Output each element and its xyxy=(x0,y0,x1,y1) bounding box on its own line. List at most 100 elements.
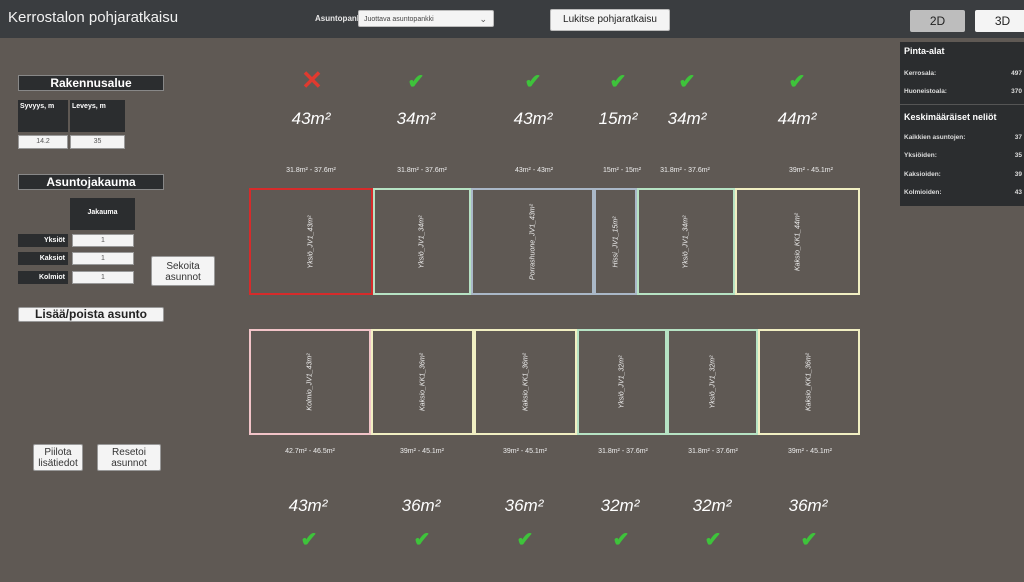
stats-panel: Pinta-alat Kerrosala: 497 Huoneistoala: … xyxy=(900,42,1024,206)
apartment-label: Yksiö_JV1_34m² xyxy=(682,215,690,268)
area-range: 31.8m² - 37.6m² xyxy=(397,167,447,174)
area-range: 42.7m² - 46.5m² xyxy=(285,448,335,455)
status-ok-icon: ✔ xyxy=(413,529,431,551)
apartment-label: Yksiö_JV1_34m² xyxy=(418,215,426,268)
row-label-kolmiot: Kolmiot xyxy=(18,271,68,284)
status-ok-icon: ✔ xyxy=(612,529,630,551)
area-range: 31.8m² - 37.6m² xyxy=(598,448,648,455)
apartment-tile[interactable]: Yksiö_JV1_34m² xyxy=(637,188,735,295)
area-value: 36m² xyxy=(788,496,828,515)
rakennusalue-header: Rakennusalue xyxy=(18,75,164,91)
area-range: 39m² - 45.1m² xyxy=(789,167,833,174)
status-ok-icon: ✔ xyxy=(788,71,806,93)
avg-kaksiot-value: 39 xyxy=(1014,171,1022,178)
bank-select[interactable]: Juottava asuntopankki ⌄ xyxy=(358,10,494,27)
area-range: 31.8m² - 37.6m² xyxy=(286,167,336,174)
row-label-kaksiot: Kaksiot xyxy=(18,252,68,265)
apartment-label: Kaksio_KK1_44m² xyxy=(794,212,801,271)
status-ok-icon: ✔ xyxy=(524,71,542,93)
area-value: 43m² xyxy=(513,109,553,128)
view-3d-button[interactable]: 3D xyxy=(975,10,1024,32)
row-label-yksiot: Yksiöt xyxy=(18,234,68,247)
huoneistoala-label: Huoneistoala: xyxy=(904,88,947,95)
apartment-tile[interactable]: Kaksio_KK1_36m² xyxy=(758,329,860,435)
status-ok-icon: ✔ xyxy=(609,71,627,93)
apartment-tile[interactable]: Kaksio_KK1_44m² xyxy=(735,188,860,295)
area-range: 31.8m² - 37.6m² xyxy=(660,167,710,174)
apartment-label: Kolmio_JV1_43m² xyxy=(306,353,314,411)
avg-kolmiot-label: Kolmioiden: xyxy=(904,189,942,196)
apartment-tile[interactable]: Kaksio_KK1_36m² xyxy=(474,329,577,435)
apartment-tile[interactable]: Yksiö_JV1_43m² xyxy=(249,188,373,295)
area-stats-title: Pinta-alat xyxy=(904,46,945,56)
apartment-label: Yksiö_JV1_32m² xyxy=(709,355,716,409)
input-yksiot[interactable]: 1 xyxy=(72,234,134,247)
area-value: 32m² xyxy=(600,496,640,515)
bank-select-value: Juottava asuntopankki xyxy=(364,16,434,23)
apartment-label: Yksiö_JV1_43m² xyxy=(307,215,315,268)
apartment-label: Yksiö_JV1_32m² xyxy=(618,355,626,409)
divider xyxy=(900,104,1024,105)
top-bar: Kerrostalon pohjaratkaisu Asuntopankki: … xyxy=(0,0,1024,38)
area-range: 43m² - 43m² xyxy=(514,167,554,174)
depth-label: Syvyys, m xyxy=(18,100,68,132)
avg-all-label: Kaikkien asuntojen: xyxy=(904,134,966,141)
view-2d-button[interactable]: 2D xyxy=(910,10,965,32)
lock-layout-button[interactable]: Lukitse pohjaratkaisu xyxy=(550,9,670,31)
kerrosala-value: 497 xyxy=(1011,70,1022,77)
area-value: 34m² xyxy=(396,109,436,128)
area-range: 39m² - 45.1m² xyxy=(400,448,444,455)
avg-stats-title: Keskimääräiset neliöt xyxy=(904,112,997,122)
apartment-tile[interactable]: Yksiö_JV1_32m² xyxy=(667,329,758,435)
apartment-label: Porrashuone_JV1_43m² xyxy=(529,203,536,280)
area-value: 36m² xyxy=(401,496,441,515)
width-input[interactable]: 35 xyxy=(70,135,125,149)
add-remove-apartment-button[interactable]: Lisää/poista asunto xyxy=(18,307,164,322)
status-error-icon: ✕ xyxy=(301,65,323,95)
kerrosala-label: Kerrosala: xyxy=(904,70,937,77)
shuffle-apartments-button[interactable]: Sekoita asunnot xyxy=(151,256,215,286)
apartment-label: Kaksio_KK1_36m² xyxy=(522,353,529,411)
area-value: 36m² xyxy=(504,496,544,515)
apartment-tile[interactable]: Kolmio_JV1_43m² xyxy=(249,329,371,435)
app-title: Kerrostalon pohjaratkaisu xyxy=(8,9,179,26)
apartment-tile[interactable]: Yksiö_JV1_32m² xyxy=(577,329,667,435)
apartment-label: Kaksio_KK1_36m² xyxy=(419,353,426,411)
avg-all-value: 37 xyxy=(1014,134,1022,141)
avg-kaksiot-label: Kaksioiden: xyxy=(904,171,941,178)
status-ok-icon: ✔ xyxy=(800,529,818,551)
area-value: 32m² xyxy=(692,496,732,515)
width-label: Leveys, m xyxy=(70,100,125,132)
area-range: 39m² - 45.1m² xyxy=(788,448,832,455)
input-kolmiot[interactable]: 1 xyxy=(72,271,134,284)
area-range: 39m² - 45.1m² xyxy=(503,448,547,455)
huoneistoala-value: 370 xyxy=(1011,88,1022,95)
area-value: 43m² xyxy=(291,109,331,128)
status-ok-icon: ✔ xyxy=(678,71,696,93)
status-ok-icon: ✔ xyxy=(300,529,318,551)
apartment-tile[interactable]: Porrashuone_JV1_43m² xyxy=(471,188,594,295)
depth-input[interactable]: 14.2 xyxy=(18,135,68,149)
area-value: 34m² xyxy=(667,109,707,128)
status-ok-icon: ✔ xyxy=(407,71,425,93)
reset-apartments-button[interactable]: Resetoi asunnot xyxy=(97,444,161,471)
apartment-tile[interactable]: Yksiö_JV1_34m² xyxy=(373,188,471,295)
area-value: 15m² xyxy=(598,109,638,128)
status-ok-icon: ✔ xyxy=(516,529,534,551)
apartment-label: Hissi_JV1_15m² xyxy=(612,216,619,267)
area-value: 44m² xyxy=(777,109,817,128)
asuntojakauma-header: Asuntojakauma xyxy=(18,174,164,190)
status-ok-icon: ✔ xyxy=(704,529,722,551)
area-value: 43m² xyxy=(288,496,328,515)
apartment-tile[interactable]: Hissi_JV1_15m² xyxy=(594,188,637,295)
input-kaksiot[interactable]: 1 xyxy=(72,252,134,265)
apartment-tile[interactable]: Kaksio_KK1_36m² xyxy=(371,329,474,435)
avg-yksiot-value: 35 xyxy=(1014,152,1022,159)
area-range: 31.8m² - 37.6m² xyxy=(688,448,738,455)
avg-yksiot-label: Yksiöiden: xyxy=(904,152,937,159)
avg-kolmiot-value: 43 xyxy=(1014,189,1022,196)
chevron-down-icon: ⌄ xyxy=(479,14,487,24)
apartment-label: Kaksio_KK1_36m² xyxy=(805,353,813,411)
hide-details-button[interactable]: Piilota lisätiedot xyxy=(33,444,83,471)
jakauma-col-header: Jakauma xyxy=(70,198,135,230)
